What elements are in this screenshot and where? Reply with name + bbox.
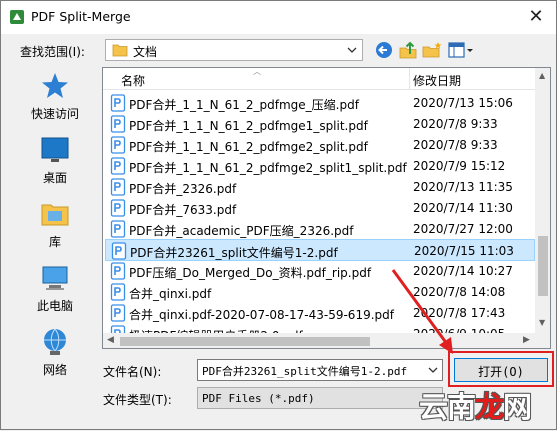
annotation-arrow	[391, 269, 453, 354]
file-open-dialog: PDF Split-Merge ✕ 查找范围(I): 文档 快速访问 桌面 库 …	[0, 0, 557, 430]
watermark: 云南龙网	[419, 390, 532, 424]
